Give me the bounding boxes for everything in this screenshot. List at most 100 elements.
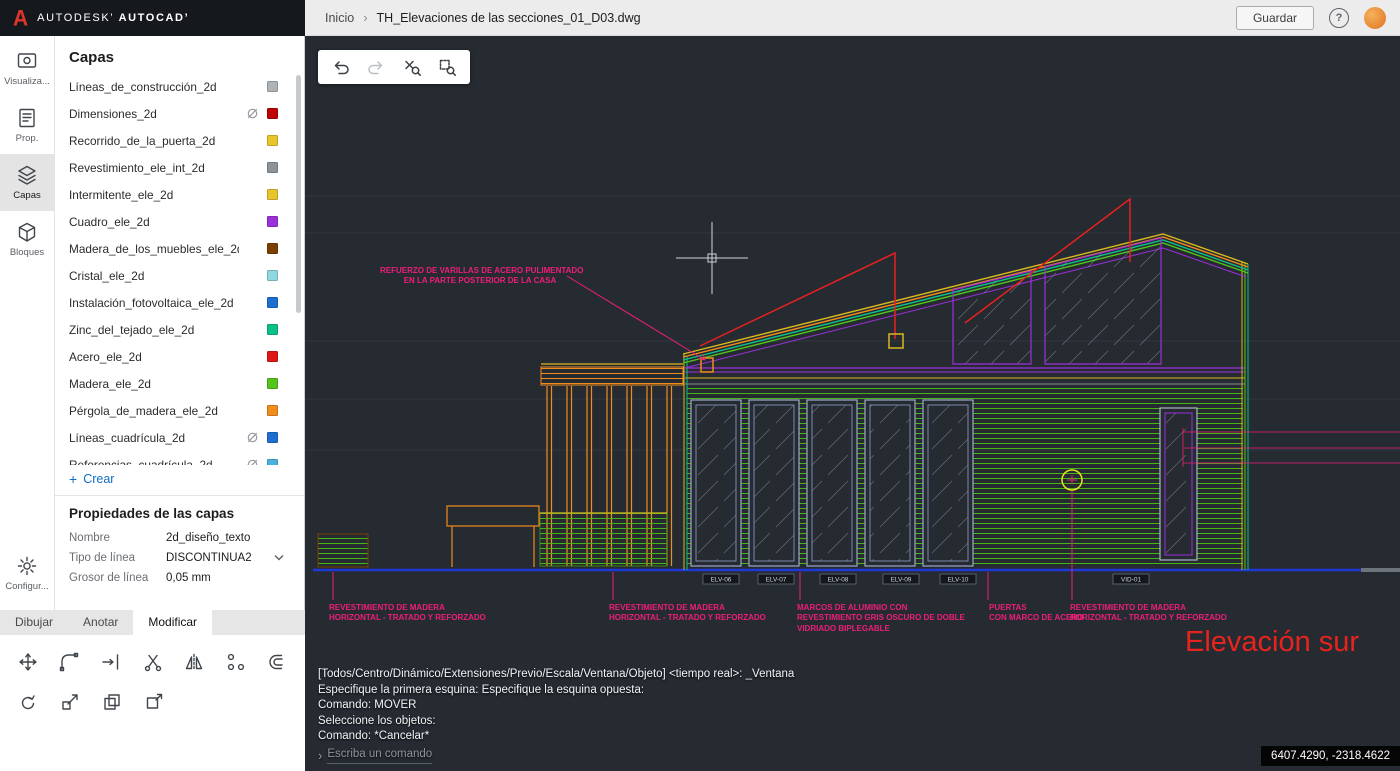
- tab-anotar[interactable]: Anotar: [68, 610, 133, 635]
- fillet-tool-button[interactable]: [50, 647, 90, 677]
- sidebar-item-label: Bloques: [9, 247, 45, 258]
- redo-icon: [368, 61, 383, 75]
- sidebar-item-layers[interactable]: Capas: [0, 154, 54, 211]
- layer-list-scrollbar[interactable]: [296, 75, 301, 313]
- lineweight-label: Grosor de línea: [69, 572, 149, 584]
- linetype-value: DISCONTINUA2: [166, 552, 252, 564]
- layer-row[interactable]: Madera_ele_2d: [55, 370, 304, 397]
- layer-row[interactable]: Intermitente_ele_2d: [55, 181, 304, 208]
- left-icon-strip: Visualiza... Prop. Capas Bloques Configu…: [0, 36, 55, 610]
- layer-row[interactable]: Revestimiento_ele_int_2d: [55, 154, 304, 181]
- breadcrumb-home[interactable]: Inicio: [325, 11, 354, 25]
- extend-tool-button[interactable]: [91, 647, 131, 677]
- layer-row[interactable]: Madera_de_los_muebles_ele_2d: [55, 235, 304, 262]
- offset-tool-button[interactable]: [257, 647, 297, 677]
- sidebar-item-properties[interactable]: Prop.: [0, 97, 54, 154]
- undo-button[interactable]: [328, 54, 354, 80]
- canvas-mini-toolbar: [318, 50, 470, 84]
- layer-hidden-icon[interactable]: [246, 431, 260, 444]
- scale-tool-button[interactable]: [50, 687, 90, 717]
- sidebar-item-label: Capas: [13, 190, 41, 201]
- layer-color-swatch[interactable]: [267, 243, 278, 254]
- brand-autodesk: AUTODESK’: [37, 12, 114, 24]
- breadcrumb-separator: ›: [363, 10, 368, 25]
- layer-color-swatch[interactable]: [267, 81, 278, 92]
- coordinates-readout: 6407.4290, -2318.4622: [1261, 746, 1400, 766]
- layer-color-swatch[interactable]: [267, 378, 278, 389]
- copy-tool-button[interactable]: [92, 687, 132, 717]
- layer-row[interactable]: Cristal_ele_2d: [55, 262, 304, 289]
- command-line-panel: [Todos/Centro/Dinámico/Extensiones/Previ…: [318, 667, 794, 764]
- layer-color-swatch[interactable]: [267, 459, 278, 465]
- sidebar-item-label: Prop.: [15, 133, 39, 144]
- fillet-icon: [60, 652, 79, 672]
- explode-icon: [146, 693, 163, 709]
- zoom-extents-icon: [405, 60, 421, 76]
- create-layer-label: Crear: [83, 472, 115, 486]
- layer-row[interactable]: Acero_ele_2d: [55, 343, 304, 370]
- layer-color-swatch[interactable]: [267, 216, 278, 227]
- tab-dibujar[interactable]: Dibujar: [0, 610, 68, 635]
- avatar[interactable]: [1364, 6, 1386, 29]
- sidebar-item-visualization[interactable]: Visualiza...: [0, 40, 54, 97]
- linetype-label: Tipo de línea: [69, 552, 136, 564]
- layer-row[interactable]: Cuadro_ele_2d: [55, 208, 304, 235]
- layer-row[interactable]: Pérgola_de_madera_ele_2d: [55, 397, 304, 424]
- tab-modificar[interactable]: Modificar: [133, 610, 213, 635]
- visualization-icon: [17, 53, 37, 68]
- layer-properties-title: Propiedades de las capas: [69, 506, 235, 521]
- layer-color-swatch[interactable]: [267, 135, 278, 146]
- command-history-line: [Todos/Centro/Dinámico/Extensiones/Previ…: [318, 668, 795, 680]
- layer-row[interactable]: Zinc_del_tejado_ele_2d: [55, 316, 304, 343]
- rotate-icon: [21, 695, 35, 710]
- layer-name-field[interactable]: 2d_diseño_texto: [166, 532, 290, 544]
- command-input[interactable]: › Escriba un comando: [318, 747, 794, 764]
- layer-color-swatch[interactable]: [267, 108, 278, 119]
- tag-label: ELV-07: [766, 577, 787, 584]
- layer-row[interactable]: Instalación_fotovoltaica_ele_2d: [55, 289, 304, 316]
- layer-color-swatch[interactable]: [267, 189, 278, 200]
- lineweight-field[interactable]: 0,05 mm: [166, 572, 290, 584]
- layer-color-swatch[interactable]: [267, 162, 278, 173]
- layer-color-swatch[interactable]: [267, 270, 278, 281]
- explode-tool-button[interactable]: [134, 687, 174, 717]
- layer-color-swatch[interactable]: [267, 432, 278, 443]
- layer-hidden-icon[interactable]: [246, 458, 260, 465]
- layer-name: Pérgola_de_madera_ele_2d: [69, 403, 218, 418]
- layer-row[interactable]: Líneas_cuadrícula_2d: [55, 424, 304, 451]
- trim-tool-button[interactable]: [133, 647, 173, 677]
- save-button[interactable]: Guardar: [1235, 5, 1314, 30]
- move-tool-button[interactable]: [8, 647, 48, 677]
- document-tab[interactable]: TH_Elevaciones de las secciones_01_D03.d…: [377, 11, 641, 25]
- create-layer-button[interactable]: + Crear: [55, 465, 304, 493]
- layer-row[interactable]: Dimensiones_2d: [55, 100, 304, 127]
- redo-button[interactable]: [363, 54, 389, 80]
- layer-color-swatch[interactable]: [267, 324, 278, 335]
- zoom-extents-button[interactable]: [399, 54, 425, 80]
- layer-name: Revestimiento_ele_int_2d: [69, 160, 205, 175]
- sidebar-item-settings[interactable]: Configur...: [0, 545, 54, 602]
- array-tool-button[interactable]: [216, 647, 256, 677]
- rotate-tool-button[interactable]: [8, 687, 48, 717]
- sidebar-item-label: Visualiza...: [4, 76, 50, 87]
- layer-hidden-icon[interactable]: [246, 107, 260, 120]
- tag-label: ELV-10: [948, 577, 969, 584]
- zoom-window-button[interactable]: [434, 54, 460, 80]
- layer-color-swatch[interactable]: [267, 351, 278, 362]
- layer-row[interactable]: Recorrido_de_la_puerta_2d: [55, 127, 304, 154]
- layer-color-swatch[interactable]: [267, 297, 278, 308]
- command-placeholder: Escriba un comando: [327, 747, 433, 764]
- layers-icon: [18, 165, 36, 185]
- sidebar-item-blocks[interactable]: Bloques: [0, 211, 54, 268]
- layer-color-swatch[interactable]: [267, 405, 278, 416]
- help-icon[interactable]: ?: [1329, 7, 1349, 28]
- layer-row[interactable]: Referencias_cuadrícula_2d: [55, 451, 304, 465]
- layer-row[interactable]: Líneas_de_construcción_2d: [55, 73, 304, 100]
- elevation-tags: ELV-06 ELV-07 ELV-08 ELV-09 ELV-10 VID-0…: [702, 573, 1150, 585]
- mirror-tool-button[interactable]: [174, 647, 214, 677]
- properties-icon: [19, 108, 35, 128]
- linetype-select[interactable]: DISCONTINUA2: [166, 552, 290, 564]
- brand-bar: A AUTODESK’ AUTOCAD’: [0, 0, 305, 36]
- drawing-canvas[interactable]: ELV-06 ELV-07 ELV-08 ELV-09 ELV-10 VID-0…: [305, 36, 1400, 771]
- gear-icon: [17, 556, 37, 576]
